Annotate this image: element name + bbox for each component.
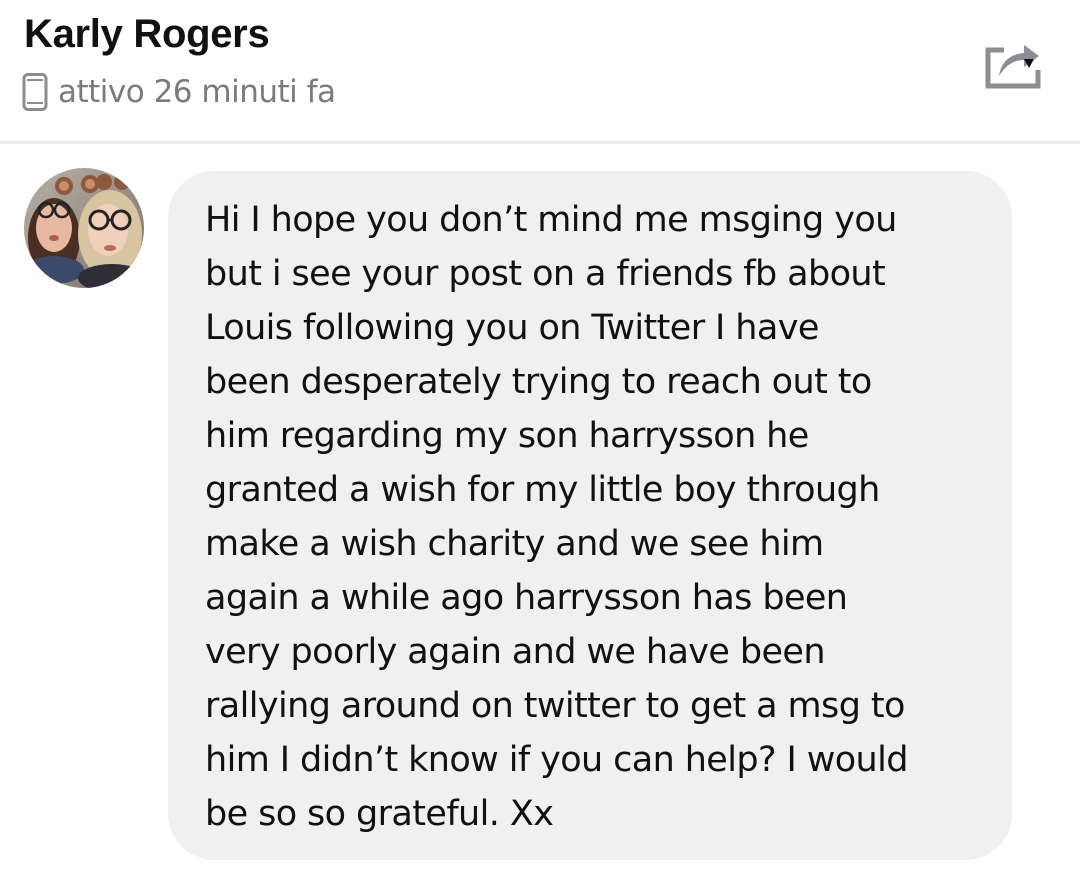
avatar[interactable] xyxy=(24,168,144,288)
conversation-header: Karly Rogers attivo 26 minuti fa xyxy=(0,0,1080,141)
share-button[interactable] xyxy=(982,36,1044,90)
contact-name[interactable]: Karly Rogers xyxy=(24,12,270,57)
phone-icon xyxy=(22,73,58,111)
message-bubble[interactable]: Hi I hope you don’t mind me msging you b… xyxy=(168,171,1012,860)
status-text: attivo 26 minuti fa xyxy=(58,74,336,110)
active-status: attivo 26 minuti fa xyxy=(22,72,336,112)
share-icon xyxy=(982,36,1044,90)
header-divider xyxy=(0,141,1080,144)
message-text: Hi I hope you don’t mind me msging you b… xyxy=(205,200,908,834)
